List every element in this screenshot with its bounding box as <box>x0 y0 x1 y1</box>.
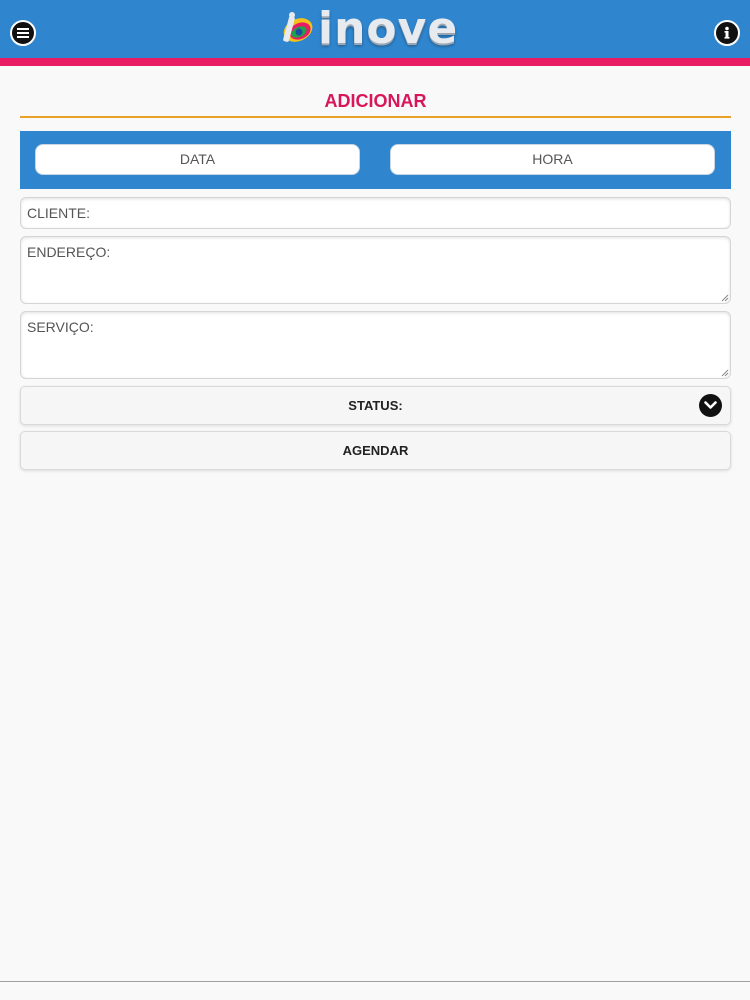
menu-button[interactable] <box>10 20 36 46</box>
page-title: ADICIONAR <box>324 91 427 111</box>
servico-textarea[interactable] <box>20 311 731 379</box>
status-select[interactable]: STATUS: <box>20 386 731 425</box>
time-button[interactable]: HORA <box>390 144 715 175</box>
chevron-down-icon <box>699 394 722 417</box>
app-screen: inove ADICIONAR DATA HORA STATUS: <box>0 0 750 1000</box>
menu-icon <box>17 28 29 38</box>
cliente-input[interactable] <box>20 197 731 229</box>
logo-text: inove <box>318 3 459 54</box>
logo-mark-icon <box>283 12 313 42</box>
info-icon <box>724 26 730 39</box>
agendar-button[interactable]: AGENDAR <box>20 431 731 470</box>
bottom-divider <box>0 981 750 982</box>
info-button[interactable] <box>714 20 740 46</box>
date-button[interactable]: DATA <box>35 144 360 175</box>
date-time-panel: DATA HORA <box>20 131 731 189</box>
title-divider <box>20 116 731 118</box>
endereco-resize-icon[interactable] <box>721 294 729 302</box>
servico-resize-icon[interactable] <box>721 369 729 377</box>
status-label: STATUS: <box>348 398 403 413</box>
header-accent-stripe <box>0 58 750 66</box>
app-header: inove <box>0 0 750 58</box>
endereco-textarea[interactable] <box>20 236 731 304</box>
inove-logo: inove <box>280 6 458 52</box>
